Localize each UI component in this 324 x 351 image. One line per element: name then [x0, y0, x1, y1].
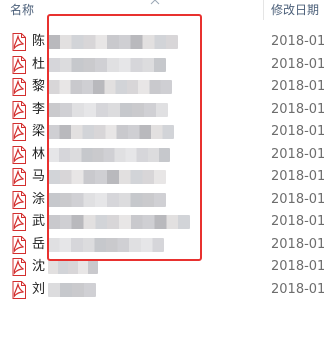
file-row[interactable]: 涂 2018-01-	[0, 189, 324, 212]
file-date: 2018-01-	[271, 214, 324, 229]
redacted-text	[48, 215, 190, 229]
file-date: 2018-01-	[271, 79, 324, 94]
file-name: 刘	[32, 281, 46, 297]
file-name: 涂	[32, 191, 46, 207]
file-list: 陈 2018-01- 杜 2018-01- 黎 2018-01- 李 2018-01- 梁 201…	[0, 31, 324, 301]
file-date: 2018-01-	[271, 191, 324, 207]
pdf-file-icon	[12, 100, 26, 119]
file-date: 2018-01-	[271, 236, 324, 252]
file-name: 武	[32, 214, 46, 229]
file-row[interactable]: 武 2018-01-	[0, 211, 324, 234]
redacted-text	[48, 102, 168, 117]
file-row[interactable]: 马 2018-01-	[0, 166, 324, 189]
redacted-text	[48, 35, 178, 49]
pdf-file-icon	[12, 190, 26, 209]
pdf-file-icon	[12, 258, 26, 276]
file-row[interactable]: 林 2018-01-	[0, 144, 324, 167]
file-row[interactable]: 刘 2018-01-	[0, 279, 324, 302]
pdf-file-icon	[12, 168, 26, 186]
pdf-file-icon	[12, 33, 26, 51]
file-name: 马	[32, 169, 46, 184]
file-date: 2018-01-	[271, 259, 324, 274]
pdf-file-icon	[12, 213, 26, 231]
file-date: 2018-01-	[271, 34, 324, 49]
pdf-file-icon	[12, 280, 26, 299]
file-date: 2018-01-	[271, 169, 324, 184]
file-name: 梁	[32, 124, 46, 139]
sort-arrow-icon[interactable]	[150, 0, 160, 5]
file-row[interactable]: 杜 2018-01-	[0, 54, 324, 77]
pdf-file-icon	[12, 55, 26, 74]
redacted-text	[48, 125, 174, 139]
redacted-text	[48, 282, 96, 297]
column-header-name[interactable]: 名称	[10, 2, 34, 18]
column-header-date[interactable]: 修改日期	[271, 2, 319, 18]
file-date: 2018-01-	[271, 146, 324, 162]
file-name: 李	[32, 101, 46, 117]
file-name: 杜	[32, 56, 46, 72]
column-header: 名称 修改日期	[0, 0, 324, 21]
file-row[interactable]: 陈 2018-01-	[0, 31, 324, 54]
column-divider[interactable]	[263, 0, 264, 20]
redacted-text	[48, 260, 98, 274]
file-row[interactable]: 岳 2018-01-	[0, 234, 324, 257]
pdf-file-icon	[12, 123, 26, 141]
redacted-text	[48, 80, 172, 94]
redacted-text	[48, 147, 170, 162]
file-name: 陈	[32, 34, 46, 49]
file-explorer-window: 名称 修改日期 陈 2018-01- 杜 2018-01- 黎 2018-01- 李 2018…	[0, 0, 324, 351]
file-name: 黎	[32, 79, 46, 94]
redacted-text	[48, 170, 166, 184]
file-date: 2018-01-	[271, 281, 324, 297]
redacted-text	[48, 192, 166, 207]
pdf-file-icon	[12, 145, 26, 164]
file-name: 林	[32, 146, 46, 162]
pdf-file-icon	[12, 235, 26, 254]
file-date: 2018-01-	[271, 56, 324, 72]
file-date: 2018-01-	[271, 124, 324, 139]
redacted-text	[48, 237, 164, 252]
file-row[interactable]: 梁 2018-01-	[0, 121, 324, 144]
file-row[interactable]: 李 2018-01-	[0, 99, 324, 122]
pdf-file-icon	[12, 78, 26, 96]
file-date: 2018-01-	[271, 101, 324, 117]
file-row[interactable]: 沈 2018-01-	[0, 256, 324, 279]
file-row[interactable]: 黎 2018-01-	[0, 76, 324, 99]
file-name: 岳	[32, 236, 46, 252]
redacted-text	[48, 57, 166, 72]
file-name: 沈	[32, 259, 46, 274]
